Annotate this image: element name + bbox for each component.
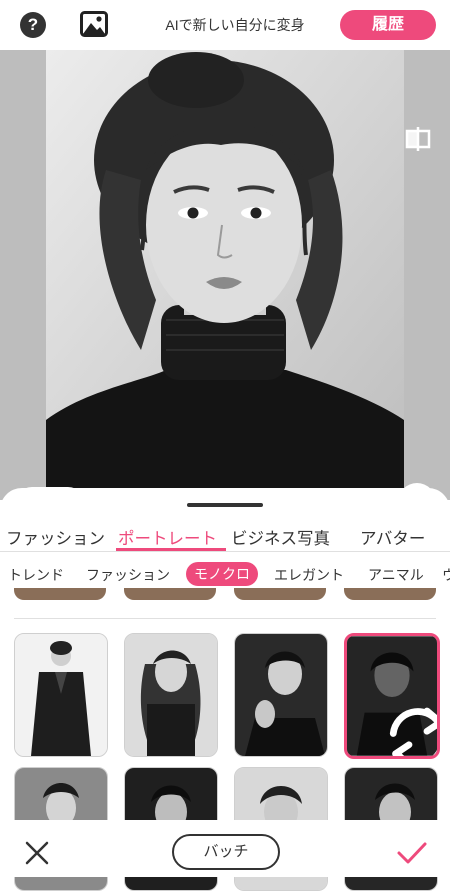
image-gallery-icon xyxy=(80,11,108,37)
help-button[interactable]: ? xyxy=(20,12,46,38)
category-tabs: ファッション ポートレート ビジネス写真 アバター xyxy=(0,521,450,551)
style-thumbnail[interactable] xyxy=(234,588,326,600)
compare-split-icon xyxy=(405,127,431,151)
style-panel: ファッション ポートレート ビジネス写真 アバター トレンド ファッション モノ… xyxy=(0,488,450,891)
divider xyxy=(14,618,436,619)
style-thumbnail[interactable] xyxy=(14,588,106,600)
bottom-action-bar: バッチ xyxy=(0,820,450,877)
question-mark-icon: ? xyxy=(27,15,39,34)
style-thumbnail[interactable] xyxy=(124,633,218,757)
previous-row-thumbnails xyxy=(0,588,450,600)
style-thumbnail-image xyxy=(235,634,327,756)
confirm-button[interactable] xyxy=(396,840,428,866)
style-thumbnail[interactable] xyxy=(344,588,436,600)
portrait-photo xyxy=(46,50,404,500)
tab-portrait[interactable]: ポートレート xyxy=(118,525,217,549)
tab-fashion[interactable]: ファッション xyxy=(6,525,105,549)
style-thumbnail[interactable] xyxy=(234,633,328,757)
drag-handle[interactable] xyxy=(187,503,263,507)
tab-avatar[interactable]: アバター xyxy=(360,525,425,549)
subtab-elegant[interactable]: エレガント xyxy=(274,565,344,585)
subcategory-tabs: トレンド ファッション モノクロ エレガント アニマル ウ xyxy=(0,560,450,588)
subtab-trend[interactable]: トレンド xyxy=(8,565,64,585)
subtab-monochrome[interactable]: モノクロ xyxy=(186,562,258,586)
history-button[interactable]: 履歴 xyxy=(340,10,436,40)
subtab-animal[interactable]: アニマル xyxy=(368,565,424,585)
gallery-button[interactable] xyxy=(80,11,108,37)
style-thumbnail[interactable] xyxy=(124,588,216,600)
checkmark-icon xyxy=(397,842,427,864)
style-thumbnail[interactable] xyxy=(14,633,108,757)
subtab-fashion[interactable]: ファッション xyxy=(86,565,170,585)
close-icon xyxy=(25,841,49,865)
page-title: AIで新しい自分に変身 xyxy=(165,17,305,33)
tab-business-photo[interactable]: ビジネス写真 xyxy=(231,525,330,549)
batch-button[interactable]: バッチ xyxy=(172,834,280,870)
style-thumbnail-image xyxy=(15,634,107,756)
style-thumbnail-selected[interactable] xyxy=(344,633,440,759)
cancel-button[interactable] xyxy=(24,840,50,866)
regenerate-icon xyxy=(389,707,437,756)
subtab-overflow[interactable]: ウ xyxy=(442,565,450,585)
divider xyxy=(0,551,450,552)
top-bar: ? AIで新しい自分に変身 履歴 xyxy=(0,0,450,50)
style-thumbnail-image xyxy=(125,634,217,756)
compare-button[interactable] xyxy=(404,125,432,153)
photo-preview: ♀ ♂ xyxy=(0,50,450,500)
